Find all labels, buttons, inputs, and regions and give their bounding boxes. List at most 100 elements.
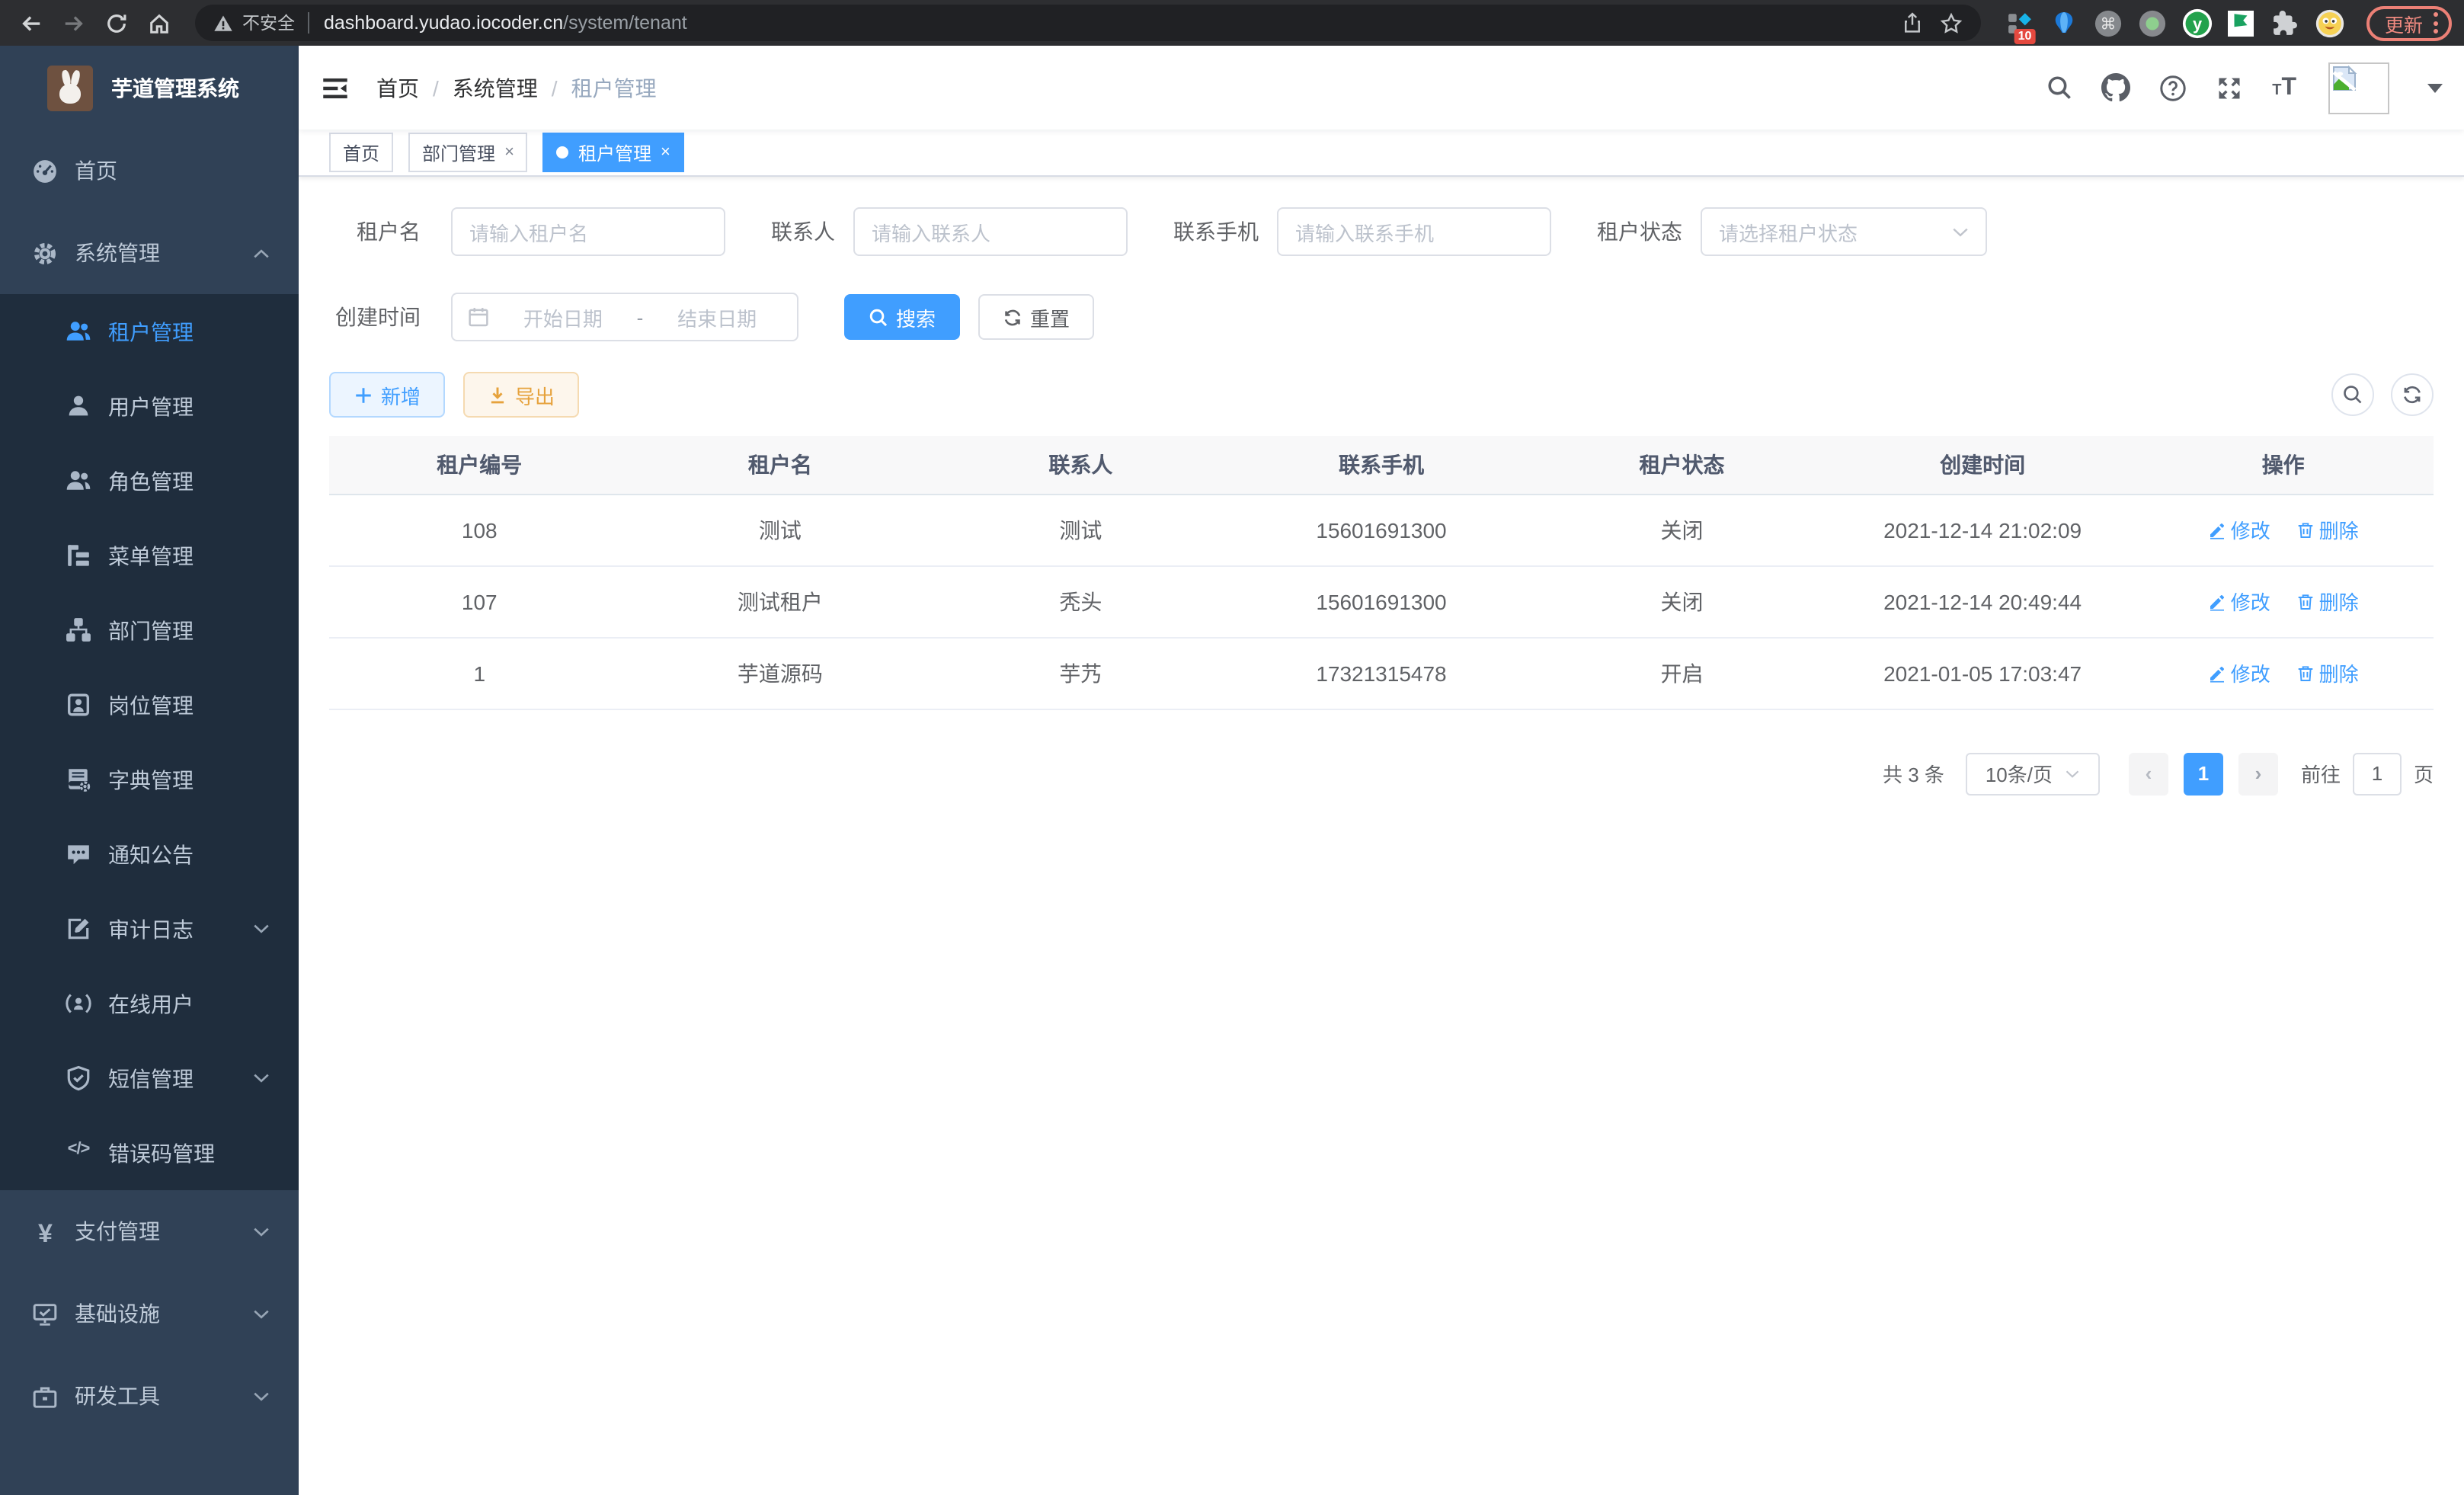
browser-menu-icon[interactable] bbox=[2434, 12, 2438, 34]
hide-search-button[interactable] bbox=[2331, 373, 2374, 416]
sidebar-item-post[interactable]: 岗位管理 bbox=[0, 667, 299, 742]
extension-command-icon[interactable]: ⌘ bbox=[2094, 8, 2124, 38]
page-size-select[interactable]: 10条/页 bbox=[1966, 752, 2100, 795]
tab-dept[interactable]: 部门管理× bbox=[408, 133, 528, 172]
sidebar-item-sms[interactable]: 短信管理 bbox=[0, 1041, 299, 1116]
bookmark-star-icon[interactable] bbox=[1932, 5, 1972, 41]
add-button[interactable]: 新增 bbox=[329, 372, 445, 418]
sidebar-item-home[interactable]: 首页 bbox=[0, 130, 299, 212]
search-button[interactable]: 搜索 bbox=[844, 294, 960, 340]
sidebar-item-pay[interactable]: ¥ 支付管理 bbox=[0, 1190, 299, 1273]
sidebar-item-dept[interactable]: 部门管理 bbox=[0, 593, 299, 667]
plus-icon bbox=[354, 385, 373, 405]
close-icon[interactable]: × bbox=[504, 143, 514, 162]
extension-balloon-icon[interactable] bbox=[2050, 8, 2080, 38]
sidebar-item-label: 租户管理 bbox=[108, 316, 194, 347]
cell-tenant-name: 测试租户 bbox=[630, 565, 931, 637]
cell-contact: 秃头 bbox=[930, 565, 1231, 637]
online-user-icon bbox=[66, 991, 91, 1016]
edit-button[interactable]: 修改 bbox=[2208, 515, 2270, 544]
edit-button[interactable]: 修改 bbox=[2208, 587, 2270, 616]
menu-tree-icon bbox=[66, 543, 91, 568]
table-row: 107 测试租户 秃头 15601691300 关闭 2021-12-14 20… bbox=[329, 565, 2434, 637]
mobile-input[interactable]: 请输入联系手机 bbox=[1277, 207, 1551, 256]
sidebar-item-menu[interactable]: 菜单管理 bbox=[0, 518, 299, 593]
contact-input[interactable]: 请输入联系人 bbox=[853, 207, 1128, 256]
status-select[interactable]: 请选择租户状态 bbox=[1701, 207, 1987, 256]
header-search-icon[interactable] bbox=[2046, 75, 2072, 101]
profile-avatar-icon[interactable] bbox=[2315, 8, 2345, 38]
sidebar-item-notice[interactable]: 通知公告 bbox=[0, 817, 299, 892]
sidebar-collapse-icon[interactable] bbox=[322, 72, 352, 103]
browser-update-button[interactable]: 更新 bbox=[2366, 5, 2452, 40]
address-bar[interactable]: 不安全 dashboard.yudao.iocoder.cn/system/te… bbox=[195, 5, 1981, 41]
avatar[interactable] bbox=[2328, 62, 2389, 114]
browser-reload-icon[interactable] bbox=[98, 5, 134, 41]
pagination-total: 共 3 条 bbox=[1883, 759, 1944, 788]
github-icon[interactable] bbox=[2101, 73, 2130, 102]
delete-button[interactable]: 删除 bbox=[2296, 515, 2359, 544]
avatar-caret-icon[interactable] bbox=[2427, 83, 2443, 92]
sidebar-item-user[interactable]: 用户管理 bbox=[0, 369, 299, 443]
sidebar-item-error-code[interactable]: </> 错误码管理 bbox=[0, 1116, 299, 1190]
sidebar-item-role[interactable]: 角色管理 bbox=[0, 443, 299, 518]
breadcrumb: 首页 / 系统管理 / 租户管理 bbox=[376, 72, 657, 103]
delete-button[interactable]: 删除 bbox=[2296, 587, 2359, 616]
svg-text:⌘: ⌘ bbox=[2101, 15, 2117, 33]
browser-back-icon[interactable] bbox=[12, 5, 49, 41]
app-title: 芋道管理系统 bbox=[111, 72, 239, 103]
cell-actions: 修改 删除 bbox=[2133, 494, 2434, 565]
table-row: 1 芋道源码 芋艿 17321315478 开启 2021-01-05 17:0… bbox=[329, 637, 2434, 709]
refresh-table-button[interactable] bbox=[2391, 373, 2434, 416]
security-warning[interactable]: 不安全 bbox=[213, 11, 295, 35]
sidebar-item-label: 岗位管理 bbox=[108, 690, 194, 720]
calendar-icon bbox=[468, 306, 489, 328]
extension-recorder-icon[interactable] bbox=[2138, 8, 2168, 38]
create-time-range-input[interactable]: 开始日期 - 结束日期 bbox=[451, 293, 798, 341]
cell-contact: 测试 bbox=[930, 494, 1231, 565]
reset-button[interactable]: 重置 bbox=[978, 294, 1094, 340]
sidebar-menu: 首页 系统管理 租户管理 用户管理 角色管理 bbox=[0, 130, 299, 1495]
breadcrumb-home[interactable]: 首页 bbox=[376, 72, 419, 103]
tab-tenant[interactable]: 租户管理× bbox=[543, 133, 684, 172]
sidebar-item-devtools[interactable]: 研发工具 bbox=[0, 1355, 299, 1437]
delete-button[interactable]: 删除 bbox=[2296, 658, 2359, 687]
url-text[interactable]: dashboard.yudao.iocoder.cn/system/tenant bbox=[324, 12, 687, 34]
extension-flag-icon[interactable] bbox=[2226, 8, 2257, 38]
export-button[interactable]: 导出 bbox=[463, 372, 579, 418]
share-icon[interactable] bbox=[1893, 5, 1932, 41]
col-actions: 操作 bbox=[2133, 436, 2434, 494]
security-label: 不安全 bbox=[242, 11, 295, 35]
prev-page-button[interactable]: ‹ bbox=[2129, 752, 2168, 795]
devtools-icon bbox=[32, 1383, 58, 1409]
table-row: 108 测试 测试 15601691300 关闭 2021-12-14 21:0… bbox=[329, 494, 2434, 565]
contact-label: 联系人 bbox=[771, 216, 835, 247]
tab-home[interactable]: 首页 bbox=[329, 133, 393, 172]
breadcrumb-system[interactable]: 系统管理 bbox=[453, 72, 538, 103]
sidebar-item-label: 短信管理 bbox=[108, 1063, 194, 1093]
extension-pinned-badge-icon[interactable]: 10 bbox=[2005, 8, 2036, 38]
edit-button[interactable]: 修改 bbox=[2208, 658, 2270, 687]
next-page-button[interactable]: › bbox=[2238, 752, 2278, 795]
browser-home-icon[interactable] bbox=[140, 5, 177, 41]
sidebar-item-dict[interactable]: 字典管理 bbox=[0, 742, 299, 817]
col-create-time: 创建时间 bbox=[1832, 436, 2133, 494]
goto-page-input[interactable] bbox=[2353, 752, 2402, 795]
sidebar-item-label: 审计日志 bbox=[108, 914, 194, 944]
sidebar-item-system[interactable]: 系统管理 bbox=[0, 212, 299, 294]
create-time-label: 创建时间 bbox=[329, 302, 421, 332]
sidebar-item-infra[interactable]: 基础设施 bbox=[0, 1273, 299, 1355]
extensions-puzzle-icon[interactable] bbox=[2270, 8, 2301, 38]
fullscreen-icon[interactable] bbox=[2216, 74, 2243, 101]
sidebar-item-tenant[interactable]: 租户管理 bbox=[0, 294, 299, 369]
help-icon[interactable] bbox=[2159, 74, 2187, 101]
font-size-icon[interactable]: TT bbox=[2272, 74, 2296, 101]
extension-y-circle-icon[interactable]: y bbox=[2182, 8, 2213, 38]
page-number-active[interactable]: 1 bbox=[2184, 752, 2223, 795]
tenant-name-input[interactable]: 请输入租户名 bbox=[451, 207, 725, 256]
browser-forward-icon[interactable] bbox=[55, 5, 91, 41]
sidebar-logo-row[interactable]: 芋道管理系统 bbox=[0, 46, 299, 130]
close-icon[interactable]: × bbox=[661, 143, 670, 162]
sidebar-item-audit-log[interactable]: 审计日志 bbox=[0, 892, 299, 966]
sidebar-item-online-user[interactable]: 在线用户 bbox=[0, 966, 299, 1041]
